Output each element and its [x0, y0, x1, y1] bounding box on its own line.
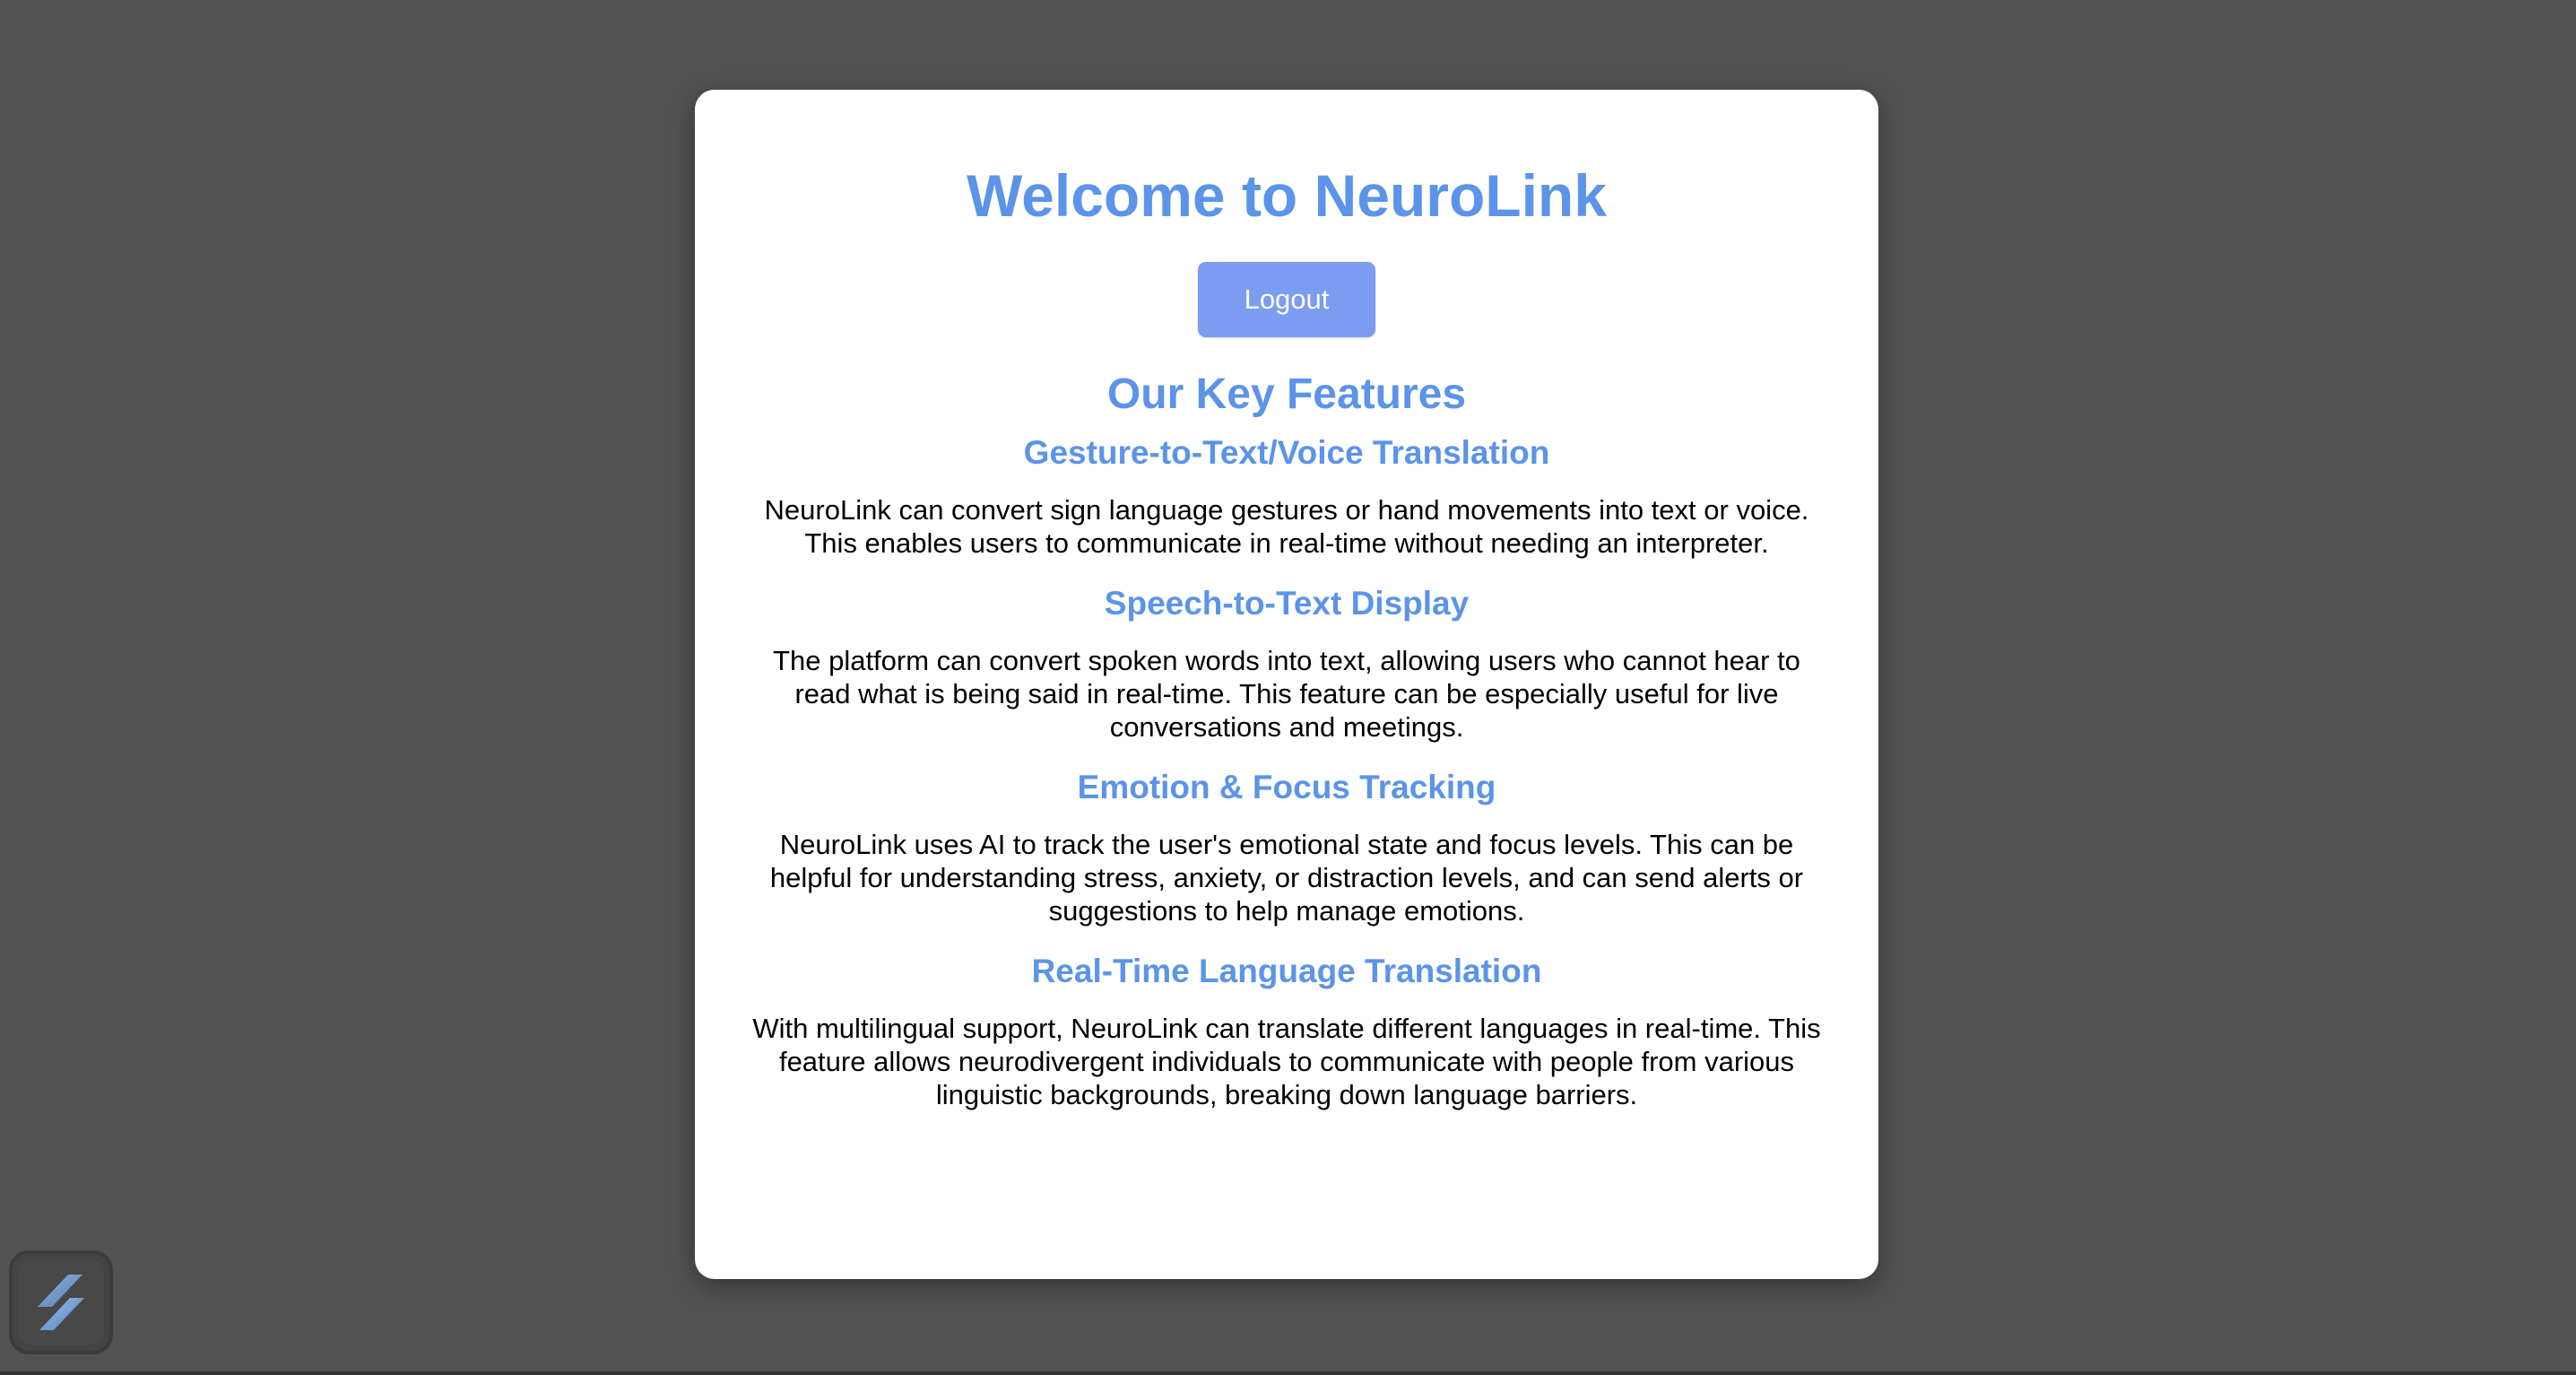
- feature-description: With multilingual support, NeuroLink can…: [752, 1013, 1821, 1110]
- feature-title: Gesture-to-Text/Voice Translation: [1023, 434, 1550, 471]
- app-launcher-button[interactable]: [9, 1250, 113, 1354]
- feature-emotion-focus: Emotion & Focus Tracking NeuroLink uses …: [749, 767, 1825, 927]
- feature-gesture-to-text: Gesture-to-Text/Voice Translation NeuroL…: [749, 432, 1825, 560]
- page-title: Welcome to NeuroLink: [967, 162, 1607, 229]
- feature-title: Emotion & Focus Tracking: [1077, 769, 1496, 805]
- features-heading: Our Key Features: [1106, 370, 1467, 418]
- page-background: Welcome to NeuroLink Logout Our Key Feat…: [0, 0, 2576, 1375]
- feature-description: NeuroLink uses AI to track the user's em…: [769, 829, 1804, 927]
- feature-title: Speech-to-Text Display: [1104, 585, 1470, 622]
- feature-description: NeuroLink can convert sign language gest…: [764, 494, 1809, 559]
- feature-language-translation: Real-Time Language Translation With mult…: [749, 951, 1825, 1111]
- feature-speech-to-text: Speech-to-Text Display The platform can …: [749, 583, 1825, 744]
- logout-button[interactable]: Logout: [1198, 262, 1375, 337]
- app-logo-icon: [18, 1259, 104, 1345]
- welcome-card: Welcome to NeuroLink Logout Our Key Feat…: [695, 90, 1878, 1279]
- feature-title: Real-Time Language Translation: [1031, 953, 1542, 989]
- app-logo-icon-graphic: [38, 1275, 84, 1330]
- bottom-edge-strip: [0, 1371, 2576, 1375]
- feature-description: The platform can convert spoken words in…: [773, 645, 1800, 743]
